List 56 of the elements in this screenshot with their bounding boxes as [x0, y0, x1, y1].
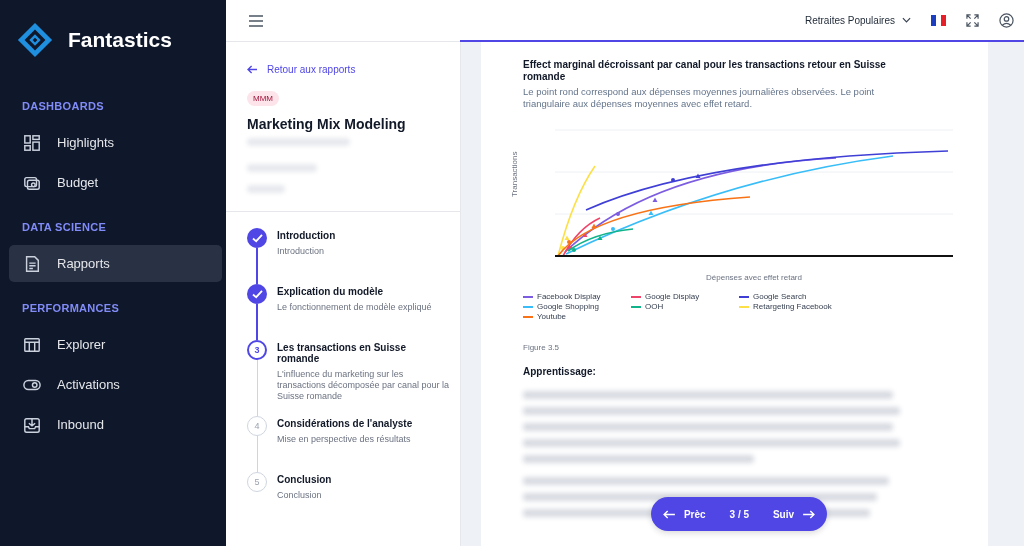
- legend-label: Retargeting Facebook: [753, 302, 832, 312]
- arrow-left-icon: [662, 509, 676, 519]
- section-heading: Apprentissage:: [523, 366, 597, 377]
- step-title[interactable]: Introduction: [277, 230, 336, 241]
- previous-button[interactable]: Prèc: [662, 508, 706, 520]
- nav-item[interactable]: Explorer: [9, 326, 222, 363]
- diamond-logo-icon: [16, 21, 54, 59]
- legend-label: Google Display: [645, 292, 700, 302]
- user-icon[interactable]: [999, 12, 1014, 28]
- document-icon: [23, 254, 41, 273]
- nav-item[interactable]: Budget: [9, 164, 222, 201]
- back-link[interactable]: Retour aux rapports: [247, 64, 440, 75]
- step-description: Mise en perspective des résultats: [277, 434, 412, 445]
- legend-label: Facebook Display: [537, 292, 601, 302]
- legend-label: Google Shopping: [537, 302, 599, 312]
- flag-icon[interactable]: [931, 14, 946, 26]
- step-title[interactable]: Les transactions en Suisse romande: [277, 342, 450, 364]
- tag-badge: MMM: [247, 91, 279, 106]
- nav-item[interactable]: Highlights: [9, 124, 222, 161]
- legend-label: OOH: [645, 302, 664, 312]
- legend-label: Youtube: [537, 312, 567, 322]
- arrow-left-icon: [247, 65, 258, 74]
- section-heading: DATA SCIENCE: [22, 221, 108, 233]
- next-button[interactable]: Suiv: [772, 508, 816, 520]
- step-title[interactable]: Explication du modèle: [277, 286, 432, 297]
- y-axis-label: Transactions: [510, 151, 519, 197]
- completed-step-icon[interactable]: [247, 284, 267, 304]
- fullscreen-icon[interactable]: [966, 13, 979, 27]
- report-title: Marketing Mix Modeling: [247, 116, 407, 132]
- legend-label: Google Search: [753, 292, 807, 302]
- inbox-icon: [23, 415, 41, 434]
- section-heading: PERFORMANCES: [22, 302, 121, 314]
- step-title[interactable]: Considérations de l'analyste: [277, 418, 413, 429]
- step-number[interactable]: 3: [247, 340, 267, 360]
- menu-icon[interactable]: [249, 14, 263, 27]
- table-icon: [23, 335, 41, 354]
- organization-dropdown[interactable]: Retraites Populaires: [804, 14, 911, 26]
- nav-item[interactable]: Inbound: [9, 406, 222, 443]
- step-description: Le fonctionnement de modèle expliqué: [277, 302, 432, 313]
- completed-step-icon[interactable]: [247, 228, 267, 248]
- x-axis-label: Dépenses avec effet retard: [706, 273, 802, 282]
- nav-item[interactable]: Activations: [9, 366, 222, 403]
- chevron-down-icon: [902, 17, 911, 23]
- step-title[interactable]: Conclusion: [277, 474, 332, 485]
- step-description: L'influence du marketing sur les transactions décomposée par canal pour la Suisse romande: [277, 369, 450, 402]
- section-heading: DASHBOARDS: [22, 100, 105, 112]
- figure-caption: Figure 3.5: [523, 343, 561, 352]
- step-description: Introduction: [277, 246, 326, 257]
- page-indicator: 3 / 5: [729, 508, 749, 520]
- grid-icon: [23, 133, 41, 152]
- figure-description: Le point rond correspond aux dépenses moyennes journalières observées. Le point triangulaire aux dépenses moyennes avec effet retard.: [523, 86, 876, 110]
- figure-title: Effect marginal décroissant par canal pour les transactions retour en Suisse romande: [523, 59, 887, 83]
- step-description: Conclusion: [277, 490, 323, 501]
- arrow-right-icon: [802, 509, 816, 519]
- brand-name: Fantastics: [68, 28, 172, 52]
- nav-item[interactable]: Rapports: [9, 245, 222, 282]
